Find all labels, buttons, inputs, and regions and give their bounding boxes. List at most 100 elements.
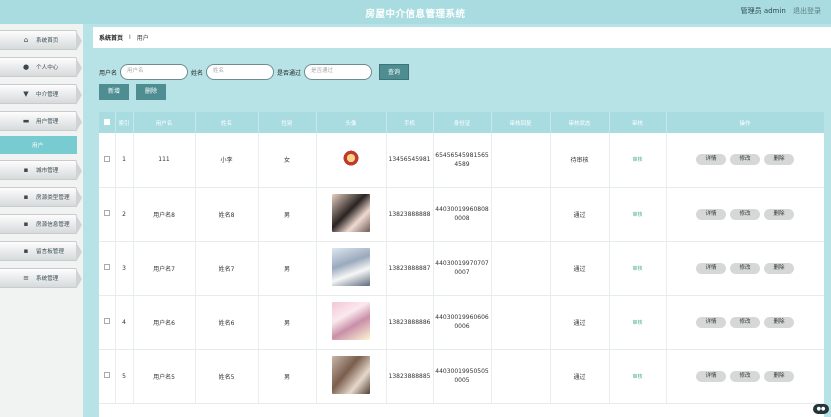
column-header: 姓名 — [195, 112, 259, 133]
detail-button[interactable]: 详情 — [696, 316, 726, 328]
cell-name: 姓名8 — [195, 187, 259, 242]
cell-id-card: 44030019960808 0008 — [433, 187, 492, 242]
detail-button[interactable]: 详情 — [696, 370, 726, 382]
cell-gender: 男 — [258, 295, 317, 350]
sidebar-item-messages[interactable]: ▪ 留言板管理 — [0, 241, 82, 262]
sidebar-item-home[interactable]: ⌂ 系统首页 — [0, 30, 82, 51]
row-checkbox[interactable] — [103, 210, 110, 216]
sidebar-item-label: 系统管理 — [36, 276, 59, 282]
edit-button[interactable]: 修改 — [730, 208, 760, 220]
list-icon: ≡ — [23, 274, 29, 282]
cell-phone: 13823888888 — [386, 187, 434, 242]
id-card-line: 4589 — [454, 160, 470, 168]
detail-button[interactable]: 详情 — [696, 208, 726, 220]
grid-icon: ▪ — [23, 193, 29, 201]
grid-icon: ▪ — [23, 166, 29, 174]
search-button[interactable]: 查询 — [379, 64, 410, 80]
delete-button[interactable]: 删除 — [764, 208, 794, 220]
sidebar-item-city[interactable]: ▪ 城市管理 — [0, 160, 82, 181]
cell-actions: 详情 修改 删除 — [666, 349, 824, 404]
cell-status: 通过 — [550, 187, 610, 242]
sidebar-item-label: 用户管理 — [36, 119, 59, 125]
column-header: 审核回复 — [491, 112, 551, 133]
cell-status: 通过 — [550, 349, 610, 404]
breadcrumb: 系统首页 I 用户 — [93, 27, 831, 48]
avatar-image — [332, 356, 370, 394]
sidebar-item-label: 系统首页 — [36, 38, 59, 44]
cell-phone: 13823888885 — [386, 349, 434, 404]
cell-gender: 男 — [258, 187, 317, 242]
cell-id-card: 44030019970707 0007 — [433, 241, 492, 296]
avatar-image — [332, 248, 370, 286]
edit-button[interactable]: 修改 — [730, 262, 760, 274]
sidebar-item-users[interactable]: ▬ 用户管理 — [0, 111, 82, 132]
review-link[interactable]: 审核 — [632, 157, 642, 163]
user-table: 索引 用户名 姓名 性别 头像 手机 身份证 审核回复 审核状态 审核 操作 1… — [99, 112, 824, 417]
sidebar-item-system[interactable]: ≡ 系统管理 — [0, 268, 82, 289]
cell-id-card: 44030019950505 0005 — [433, 349, 492, 404]
delete-button[interactable]: 删除 — [764, 154, 794, 166]
sidebar-item-house-type[interactable]: ▪ 房源类型管理 — [0, 187, 82, 208]
row-checkbox[interactable] — [103, 372, 110, 378]
review-link[interactable]: 审核 — [632, 266, 642, 272]
review-link[interactable]: 审核 — [632, 374, 642, 380]
add-button[interactable]: 新增 — [99, 84, 129, 100]
cell-gender: 女 — [258, 133, 317, 188]
delete-button[interactable]: 删除 — [764, 370, 794, 382]
sidebar-item-profile[interactable]: ● 个人中心 — [0, 57, 82, 78]
edit-button[interactable]: 修改 — [730, 316, 760, 328]
review-link[interactable]: 审核 — [632, 320, 642, 326]
cell-index: 1 — [115, 133, 134, 188]
column-header: 审核 — [609, 112, 667, 133]
cell-id-card: 65456545981565 4589 — [433, 133, 492, 188]
column-header: 用户名 — [133, 112, 196, 133]
cell-phone: 13823888887 — [386, 241, 434, 296]
sidebar-item-label: 留言板管理 — [36, 249, 64, 255]
edit-button[interactable]: 修改 — [730, 154, 760, 166]
edit-button[interactable]: 修改 — [730, 370, 760, 382]
checkbox[interactable] — [103, 118, 110, 125]
id-card-line: 0007 — [454, 269, 470, 276]
delete-button[interactable]: 删除 — [764, 316, 794, 328]
cell-index: 3 — [115, 241, 134, 296]
row-checkbox[interactable] — [103, 318, 110, 324]
app-title: 房屋中介信息管理系统 — [365, 9, 466, 20]
user-label: 管理员 admin — [740, 7, 786, 15]
sidebar-subitem-user[interactable]: 用户 — [0, 136, 77, 154]
column-header: 操作 — [666, 112, 824, 133]
detail-button[interactable]: 详情 — [696, 262, 726, 274]
search-bar: 用户名 用户名 姓名 姓名 是否通过 是否通过 查询 — [99, 63, 410, 81]
grid-icon: ▪ — [23, 247, 29, 255]
name-input[interactable]: 姓名 — [206, 64, 275, 80]
sidebar-item-label: 城市管理 — [36, 168, 59, 174]
approved-label: 是否通过 — [277, 69, 302, 77]
avatar-image — [332, 302, 370, 340]
floating-widget-icon[interactable]: ●● — [813, 404, 829, 414]
sidebar-item-label: 个人中心 — [36, 65, 59, 71]
row-checkbox[interactable] — [103, 155, 110, 162]
breadcrumb-home[interactable]: 系统首页 — [99, 33, 123, 42]
username-input[interactable]: 用户名 — [120, 64, 189, 80]
header-select-all[interactable] — [99, 112, 116, 133]
row-checkbox[interactable] — [103, 264, 110, 270]
cell-name: 姓名7 — [195, 241, 259, 296]
id-card-line: 44030019970707 — [435, 260, 489, 267]
delete-button[interactable]: 删除 — [764, 262, 794, 274]
logout-link[interactable]: 退出登录 — [793, 7, 821, 15]
review-link[interactable]: 审核 — [632, 212, 642, 218]
table-header: 索引 用户名 姓名 性别 头像 手机 身份证 审核回复 审核状态 审核 操作 — [99, 112, 824, 133]
bulk-delete-button[interactable]: 删除 — [136, 84, 166, 100]
table-row: 2 用户名8 姓名8 男 13823888888 44030019960808 0… — [99, 187, 824, 242]
sidebar-item-house-info[interactable]: ▪ 房源信息管理 — [0, 214, 82, 235]
detail-button[interactable]: 详情 — [696, 154, 726, 166]
table-row: 5 用户名5 姓名5 男 13823888885 44030019950505 0… — [99, 349, 824, 404]
id-card-line: 44030019950505 — [435, 368, 489, 375]
column-header: 审核状态 — [550, 112, 610, 133]
cell-reply — [491, 295, 551, 350]
cell-reply — [491, 241, 551, 296]
cell-actions: 详情 修改 删除 — [666, 295, 824, 350]
approved-select[interactable]: 是否通过 — [304, 64, 373, 80]
cell-reply — [491, 187, 551, 242]
sidebar-item-agent[interactable]: ▼ 中介管理 — [0, 84, 82, 105]
trophy-icon: ▼ — [23, 90, 29, 98]
